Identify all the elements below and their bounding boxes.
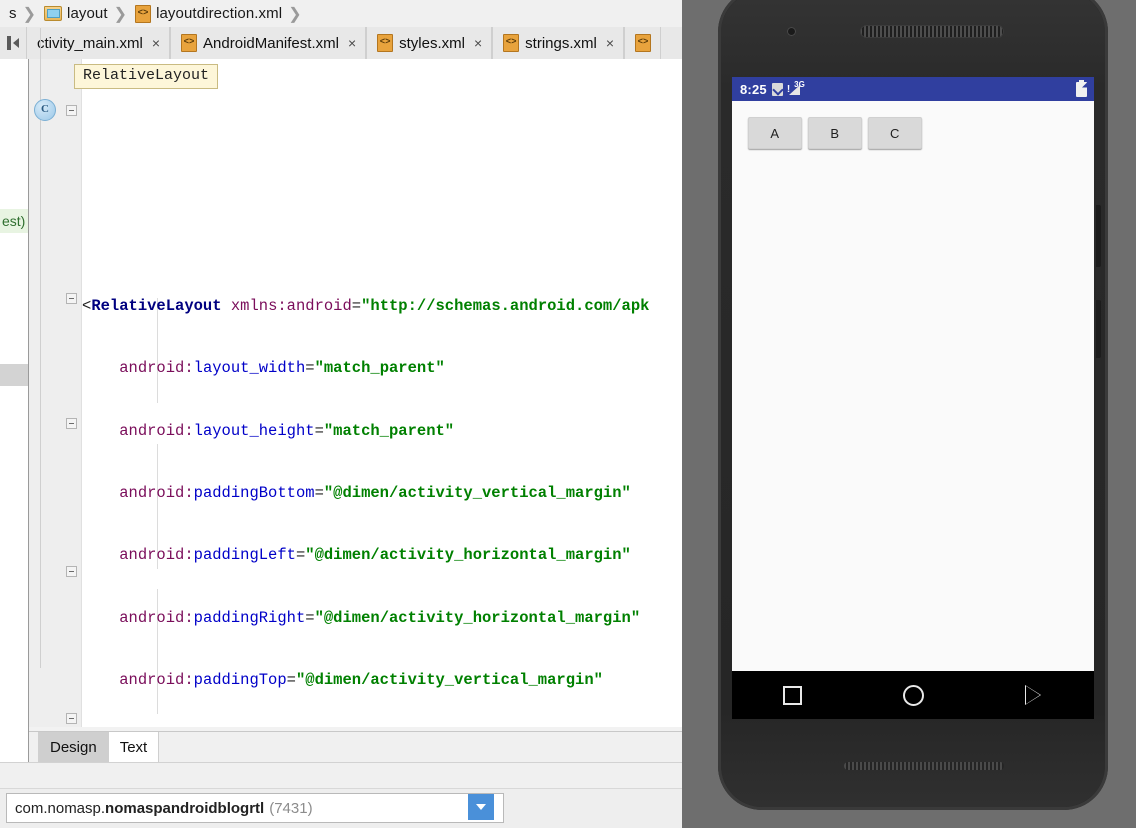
xml-file-icon xyxy=(181,34,198,52)
app-button-b[interactable]: B xyxy=(808,117,862,149)
power-button[interactable] xyxy=(1096,205,1101,267)
close-icon[interactable]: × xyxy=(152,35,160,51)
breadcrumb-label: s xyxy=(9,5,17,22)
battery-icon xyxy=(1076,79,1087,97)
breadcrumb-label: layoutdirection.xml xyxy=(156,5,283,22)
tab-label: strings.xml xyxy=(525,34,597,52)
project-tree-item[interactable]: est) xyxy=(0,209,28,233)
pin-tabs-icon[interactable] xyxy=(0,27,26,59)
breadcrumb-separator: ❯ xyxy=(22,5,37,23)
front-camera-icon xyxy=(787,27,796,36)
breadcrumb-tooltip: RelativeLayout xyxy=(74,64,219,89)
tab-bar-spacer xyxy=(29,732,39,763)
fold-toggle-icon[interactable] xyxy=(66,105,77,116)
tab-label: styles.xml xyxy=(399,34,465,52)
project-tree-panel[interactable]: est) xyxy=(0,59,29,828)
class-marker-icon[interactable]: C xyxy=(34,99,56,121)
breadcrumb-item-layout[interactable]: layout xyxy=(40,0,110,27)
fold-toggle-icon[interactable] xyxy=(66,713,77,724)
code-line: android:layout_height="match_parent" xyxy=(119,421,455,440)
breadcrumb-item-file[interactable]: layoutdirection.xml xyxy=(131,0,284,27)
button-label: B xyxy=(830,125,840,141)
chevron-down-icon xyxy=(476,804,486,810)
tab-text[interactable]: Text xyxy=(108,732,160,763)
triangle-inner xyxy=(1026,686,1041,704)
pin-bar xyxy=(7,36,11,50)
app-button-c[interactable]: C xyxy=(868,117,922,149)
app-button-a[interactable]: A xyxy=(748,117,802,149)
close-icon[interactable]: × xyxy=(474,35,482,51)
tab-activity-main-xml[interactable]: ctivity_main.xml × xyxy=(26,27,171,59)
android-status-bar: 8:25 ! 3G xyxy=(732,77,1094,101)
triangle-back-icon[interactable] xyxy=(1025,685,1043,705)
tab-styles-xml[interactable]: styles.xml × xyxy=(366,27,493,59)
signal-warning: ! xyxy=(786,83,791,95)
status-bar-right xyxy=(1076,79,1087,97)
editor-gutter[interactable] xyxy=(29,59,82,727)
code-line: android:paddingTop="@dimen/activity_vert… xyxy=(119,671,603,690)
tab-overflow-partial[interactable] xyxy=(624,27,662,59)
fold-toggle-icon[interactable] xyxy=(66,418,77,429)
code-editor[interactable]: <?xml version="1.0" encoding="utf-8"?> <… xyxy=(82,59,690,727)
code-line: android:layout_width="match_parent" xyxy=(119,359,445,378)
square-recents-icon[interactable] xyxy=(782,685,802,705)
process-package-prefix: com.nomasp. xyxy=(15,799,106,817)
tab-label: AndroidManifest.xml xyxy=(203,34,339,52)
fold-toggle-icon[interactable] xyxy=(66,566,77,577)
earpiece-speaker xyxy=(860,25,1004,38)
fold-toggle-icon[interactable] xyxy=(66,293,77,304)
process-selector-dropdown-button[interactable] xyxy=(468,794,494,820)
process-app-name: nomaspandroidblogrtl xyxy=(105,799,265,817)
close-icon[interactable]: × xyxy=(606,35,614,51)
tab-label: ctivity_main.xml xyxy=(37,34,143,52)
button-label: A xyxy=(770,125,780,141)
xml-file-icon xyxy=(377,34,394,52)
folder-icon xyxy=(44,6,63,21)
breadcrumb-separator: ❯ xyxy=(113,5,128,23)
bottom-speaker xyxy=(844,762,1004,770)
breadcrumb-item-root[interactable]: s xyxy=(0,0,19,27)
android-nav-bar xyxy=(732,671,1094,719)
signal-3g-icon: ! 3G xyxy=(786,79,805,96)
phone-screen[interactable]: 8:25 ! 3G A B C xyxy=(732,77,1094,719)
screenshot-root: s ❯ layout ❯ layoutdirection.xml ❯ ctivi… xyxy=(0,0,1136,828)
signal-label: 3G xyxy=(794,79,805,89)
alarm-glyph xyxy=(771,82,783,96)
design-text-tab-bar: Design Text xyxy=(29,731,690,763)
arrow-left-icon xyxy=(13,38,19,48)
code-line-xml-decl: <?xml version="1.0" encoding="utf-8"?> xyxy=(82,225,690,233)
breadcrumb-label: layout xyxy=(67,5,108,22)
alarm-icon xyxy=(771,82,783,96)
code-line: <RelativeLayout xmlns:android="http://sc… xyxy=(82,296,650,315)
xml-file-icon xyxy=(135,4,152,23)
app-content-area: A B C xyxy=(732,101,1094,671)
status-bar-clock: 8:25 xyxy=(740,81,767,97)
emulator-window[interactable]: 8:25 ! 3G A B C xyxy=(682,0,1136,828)
button-row: A B C xyxy=(748,117,1078,149)
tool-window-strip xyxy=(0,762,690,789)
tab-label: Text xyxy=(119,739,148,756)
project-tree-item-selected[interactable] xyxy=(0,364,28,386)
breadcrumb: s ❯ layout ❯ layoutdirection.xml ❯ xyxy=(0,0,690,28)
tab-android-manifest-xml[interactable]: AndroidManifest.xml × xyxy=(170,27,367,59)
process-selector-combo[interactable]: com.nomasp. nomaspandroidblogrtl (7431) xyxy=(6,793,504,823)
xml-file-icon xyxy=(635,34,652,52)
editor-tab-strip: ctivity_main.xml × AndroidManifest.xml ×… xyxy=(0,27,690,60)
button-label: C xyxy=(890,125,900,141)
volume-button[interactable] xyxy=(1096,300,1101,358)
tab-label: Design xyxy=(50,739,97,756)
tab-strings-xml[interactable]: strings.xml × xyxy=(492,27,625,59)
circle-home-icon[interactable] xyxy=(902,684,924,706)
process-pid: (7431) xyxy=(269,799,313,817)
code-line: android:paddingLeft="@dimen/activity_hor… xyxy=(119,546,631,565)
tab-design[interactable]: Design xyxy=(39,732,109,763)
xml-file-icon xyxy=(503,34,520,52)
code-line: android:paddingRight="@dimen/activity_ho… xyxy=(119,608,641,627)
breadcrumb-separator: ❯ xyxy=(288,5,302,23)
code-line: android:paddingBottom="@dimen/activity_v… xyxy=(119,483,631,502)
close-icon[interactable]: × xyxy=(348,35,356,51)
gutter-fold-rail xyxy=(40,28,41,668)
